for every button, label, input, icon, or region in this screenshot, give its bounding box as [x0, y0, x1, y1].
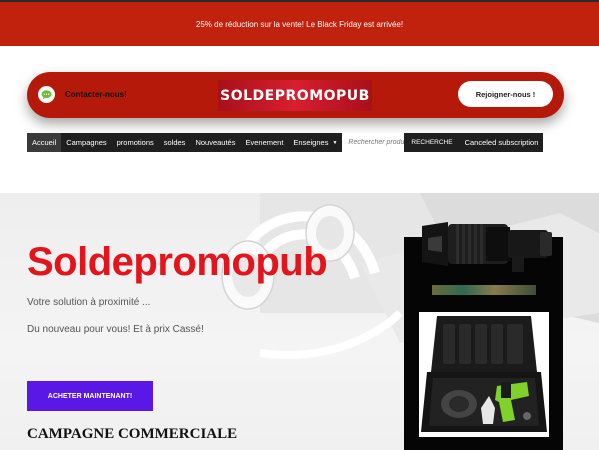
buy-now-button[interactable]: ACHETER MAINTENANT!: [27, 381, 153, 411]
search-button[interactable]: RECHERCHE: [404, 133, 460, 152]
hero-title: Soldepromopub: [27, 240, 328, 284]
contact-label: Contacter-nous!: [65, 90, 127, 99]
nav-item-nouveautes[interactable]: Nouveautés: [190, 133, 240, 152]
nav-item-campagnes[interactable]: Campagnes: [61, 133, 111, 152]
nav-item-accueil[interactable]: Accueil: [27, 133, 62, 152]
site-logo[interactable]: SOLDEPROMOPUB: [218, 80, 372, 111]
join-button[interactable]: Rejoigner-nous !: [458, 81, 553, 107]
hero-subtitle: Votre solution à proximité ...: [27, 297, 151, 308]
contact-link[interactable]: Contacter-nous!: [38, 86, 127, 103]
nav-item-promotions[interactable]: promotions: [112, 133, 159, 152]
nav-item-soldes[interactable]: soldes: [159, 133, 191, 152]
nav-item-enseignes[interactable]: Enseignes ▼: [288, 133, 342, 152]
camera-lens-icon[interactable]: [420, 218, 555, 278]
main-nav: Accueil Campagnes promotions soldes Nouv…: [27, 133, 544, 152]
announcement-bar: 25% de réduction sur la vente! Le Black …: [0, 0, 599, 46]
nav-item-evenement[interactable]: Evenement: [240, 133, 288, 152]
section-heading: CAMPAGNE COMMERCIALE: [27, 426, 238, 442]
logo-text: SOLDEPROMOPUB: [220, 87, 370, 104]
nav-item-enseignes-label: Enseignes: [293, 138, 329, 147]
chat-bubble-icon: [38, 86, 55, 103]
search-input[interactable]: [342, 133, 405, 152]
tool-case-icon: [421, 316, 547, 432]
promo-strip: [432, 285, 536, 295]
caret-down-icon: ▼: [332, 139, 338, 146]
hero-subtitle-2: Du nouveau pour vous! Et à prix Cassé!: [27, 324, 204, 335]
tool-case-image-frame[interactable]: [419, 312, 549, 437]
nav-item-canceled-subscription[interactable]: Canceled subscription: [460, 133, 544, 152]
announcement-text: 25% de réduction sur la vente! Le Black …: [195, 19, 404, 29]
